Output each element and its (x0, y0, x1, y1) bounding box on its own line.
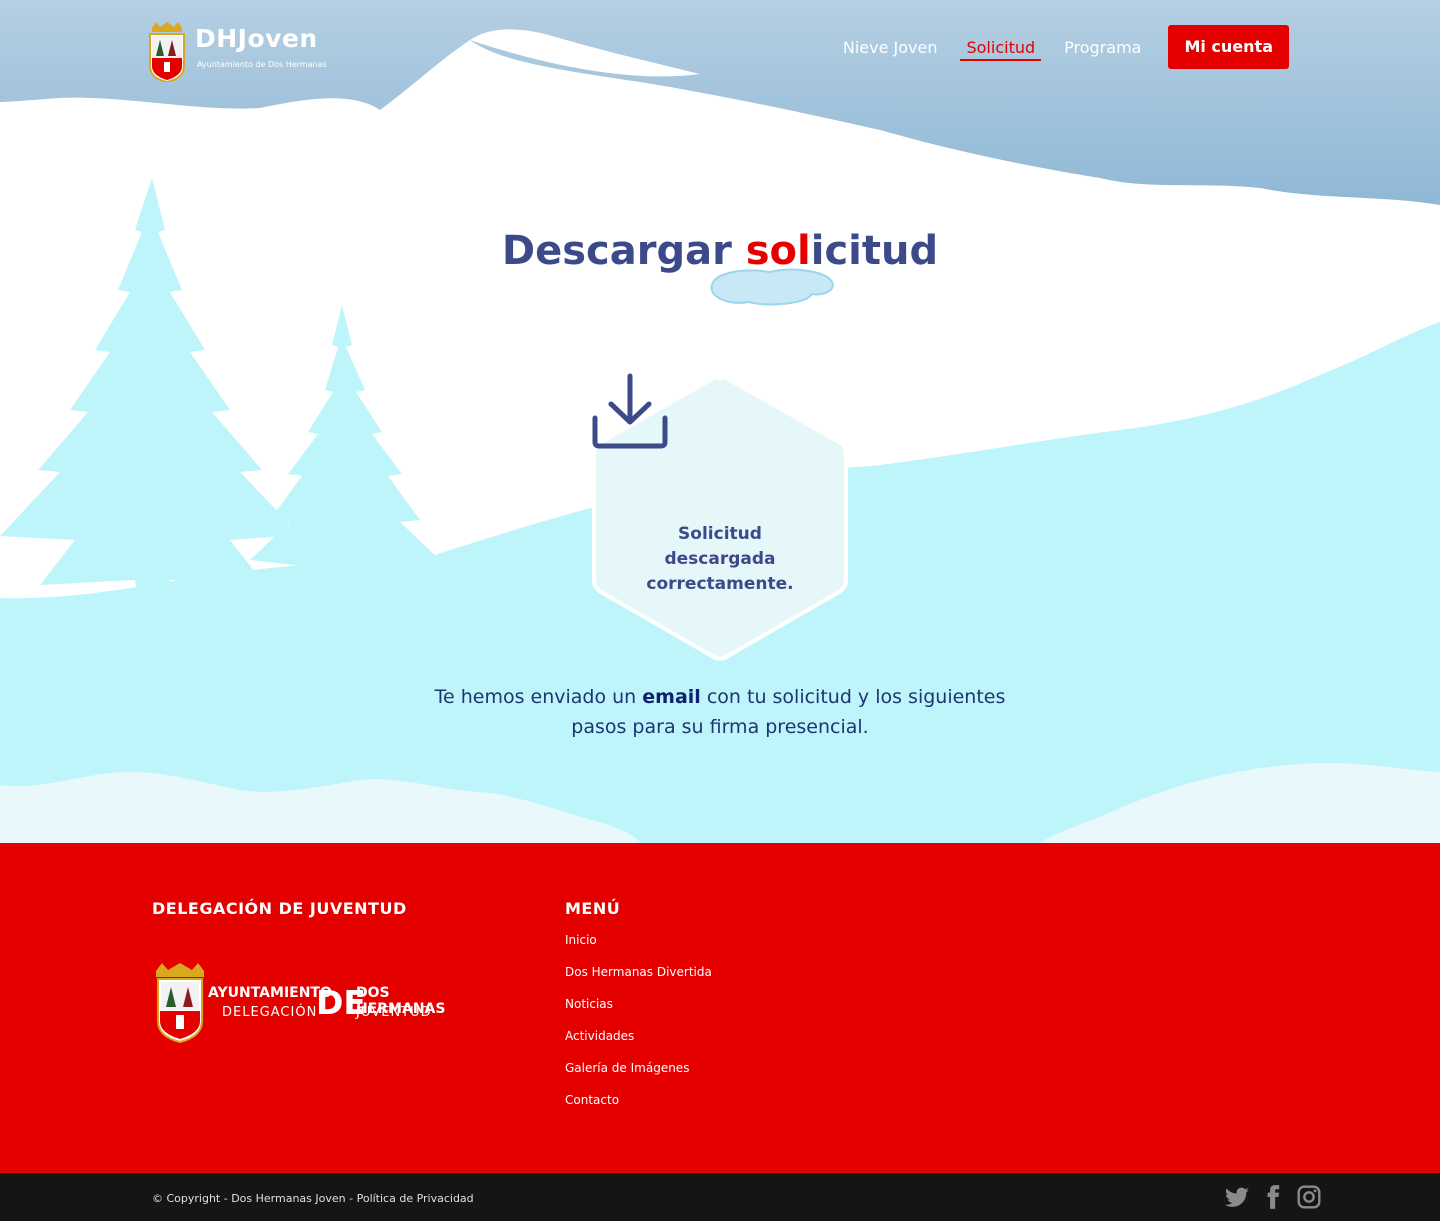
facebook-icon[interactable] (1260, 1183, 1286, 1211)
menu-item-galeria[interactable]: Galería de Imágenes (565, 1059, 712, 1091)
title-highlight: sol (745, 228, 811, 274)
menu-item-dos-hermanas-divertida[interactable]: Dos Hermanas Divertida (565, 963, 712, 995)
nav-nieve-joven[interactable]: Nieve Joven (840, 32, 941, 63)
brand-name: DHJoven (195, 24, 318, 53)
coat-of-arms-icon (149, 22, 185, 82)
footer-coat-of-arms-icon (156, 963, 204, 1043)
page-title: Descargar solicitud (0, 228, 1440, 274)
footer: DELEGACIÓN DE JUVENTUD AYUNTAMIENTO DELE… (0, 843, 1440, 1173)
message-before: Te hemos enviado un (434, 686, 643, 708)
status-line-1: Solicitud (678, 524, 762, 544)
logo-delegacion: DELEGACIÓN (222, 1005, 318, 1020)
bottom-bar: © Copyright - Dos Hermanas Joven - Polít… (0, 1173, 1440, 1221)
logo-ayuntamiento: AYUNTAMIENTO (208, 985, 332, 1001)
footer-delegation-title: DELEGACIÓN DE JUVENTUD (152, 899, 407, 918)
menu-item-noticias[interactable]: Noticias (565, 995, 712, 1027)
hero-section: DHJoven Ayuntamiento de Dos Hermanas Nie… (0, 0, 1440, 843)
logo-juventud: JUVENTUD (356, 1005, 432, 1020)
message-email: email (642, 686, 701, 708)
status-line-3: correctamente. (646, 574, 794, 594)
menu-item-inicio[interactable]: Inicio (565, 931, 712, 963)
footer-menu: Inicio Dos Hermanas Divertida Noticias A… (565, 931, 712, 1123)
footer-logo: AYUNTAMIENTO DELEGACIÓN DE DOS HERMANAS … (152, 963, 472, 1043)
menu-item-contacto[interactable]: Contacto (565, 1091, 712, 1123)
copyright-text: © Copyright - Dos Hermanas Joven - (152, 1192, 357, 1205)
download-icon (592, 373, 668, 449)
email-message: Te hemos enviado un email con tu solicit… (420, 682, 1020, 742)
copyright: © Copyright - Dos Hermanas Joven - Polít… (152, 1192, 474, 1205)
privacy-policy-link[interactable]: Política de Privacidad (357, 1192, 474, 1205)
status-text: Solicitud descargada correctamente. (621, 522, 819, 597)
social-links (1224, 1183, 1322, 1211)
main-nav: Nieve Joven Solicitud Programa Mi cuenta (840, 24, 1289, 70)
nav-programa[interactable]: Programa (1061, 32, 1144, 63)
instagram-icon[interactable] (1296, 1183, 1322, 1211)
title-end: icitud (810, 228, 939, 274)
status-card: Solicitud descargada correctamente. (591, 372, 849, 664)
footer-menu-title: MENÚ (565, 899, 621, 918)
status-line-2: descargada (664, 549, 776, 569)
brand-subtitle: Ayuntamiento de Dos Hermanas (197, 60, 327, 69)
my-account-button[interactable]: Mi cuenta (1168, 25, 1289, 69)
title-start: Descargar (501, 228, 746, 274)
nav-solicitud[interactable]: Solicitud (960, 34, 1042, 61)
menu-item-actividades[interactable]: Actividades (565, 1027, 712, 1059)
site-logo[interactable]: DHJoven Ayuntamiento de Dos Hermanas (146, 22, 336, 84)
twitter-icon[interactable] (1224, 1183, 1250, 1211)
